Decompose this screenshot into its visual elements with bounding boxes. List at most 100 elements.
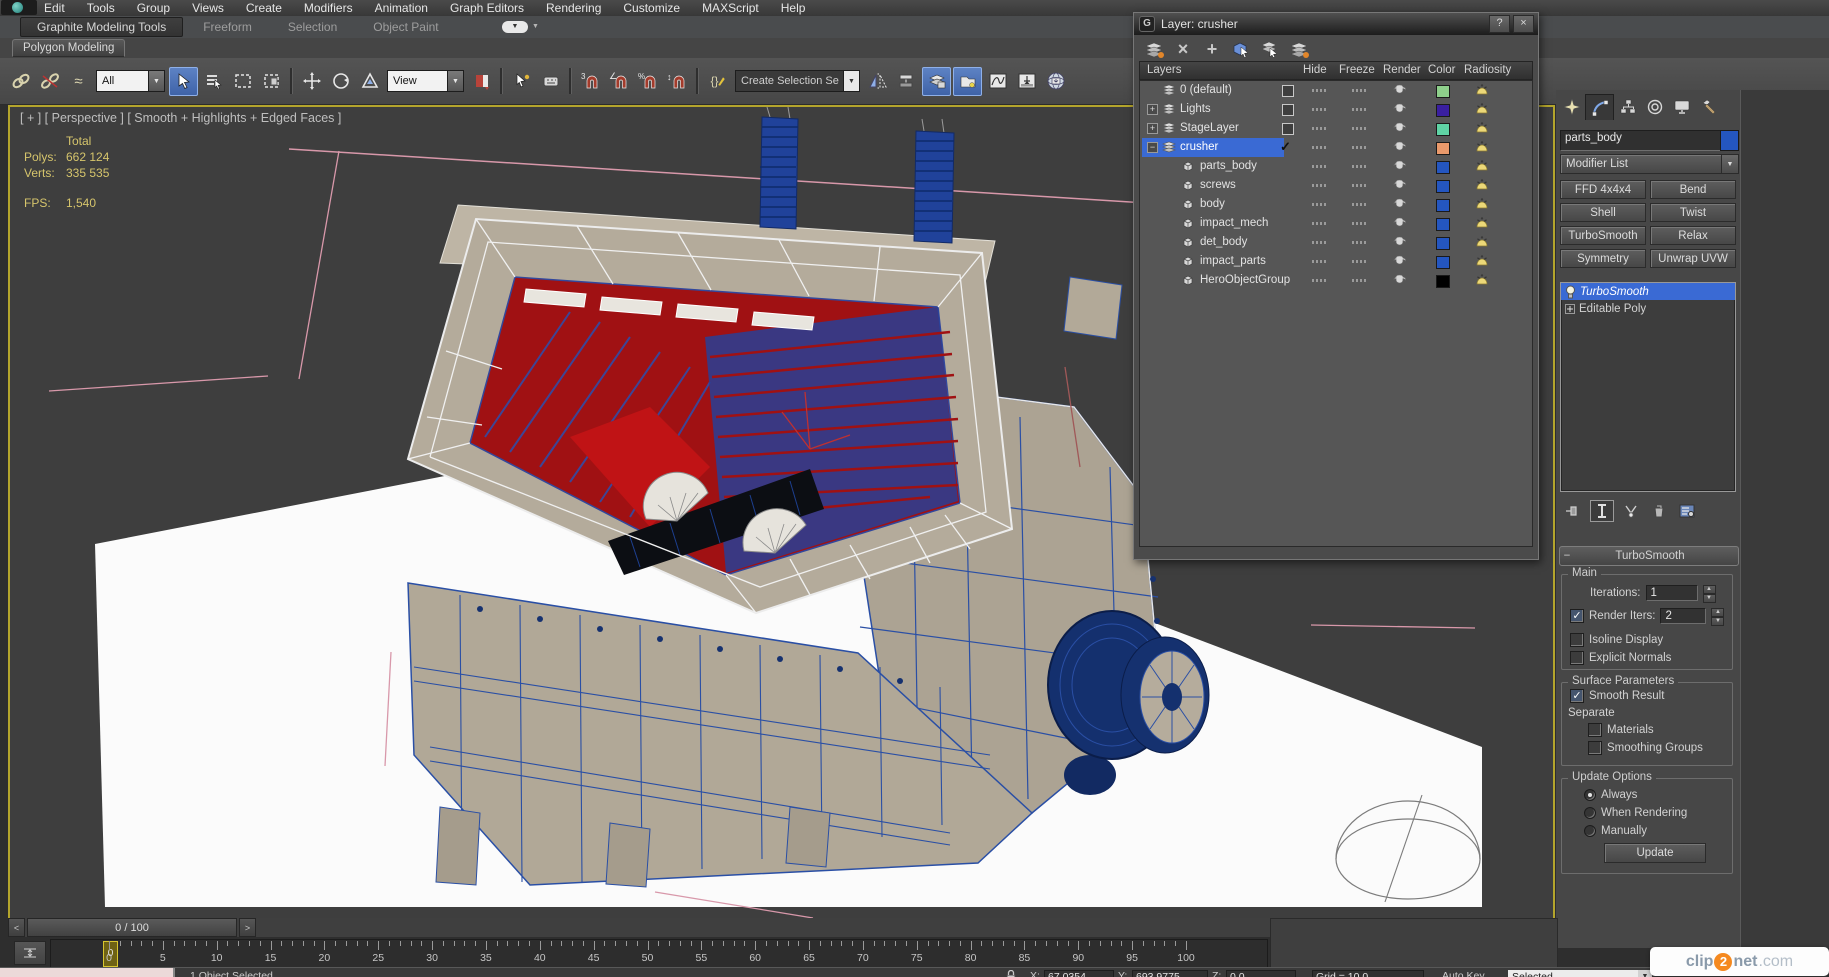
ribbon-tab-freeform[interactable]: Freeform	[187, 18, 268, 36]
render-iters-spinner[interactable]: ▲ ▼	[1711, 608, 1725, 626]
render-iters-checkbox[interactable]: ✓	[1570, 609, 1584, 623]
radiosity-icon[interactable]	[1474, 83, 1490, 96]
layer-row[interactable]: + StageLayer	[1140, 119, 1532, 138]
render-toggle-icon[interactable]	[1392, 84, 1408, 94]
layer-name[interactable]: Lights	[1180, 103, 1211, 115]
dropdown-arrow-icon[interactable]: ▼	[843, 71, 859, 91]
select-and-manipulate-icon[interactable]	[508, 68, 535, 95]
named-selection-set-dropdown[interactable]: Create Selection Se ▼	[735, 70, 860, 92]
modifier-button-symmetry[interactable]: Symmetry	[1560, 249, 1646, 268]
current-layer-checkbox[interactable]	[1282, 104, 1294, 116]
render-toggle-icon[interactable]	[1392, 103, 1408, 113]
render-toggle-icon[interactable]	[1392, 179, 1408, 189]
radiosity-icon[interactable]	[1474, 235, 1490, 248]
menu-help[interactable]: Help	[781, 1, 806, 15]
render-toggle-icon[interactable]	[1392, 255, 1408, 265]
object-name-field[interactable]: parts_body	[1560, 130, 1722, 151]
layer-name[interactable]: 0 (default)	[1180, 84, 1232, 96]
select-and-scale-icon[interactable]	[356, 68, 383, 95]
column-radiosity[interactable]: Radiosity	[1464, 64, 1511, 76]
menu-customize[interactable]: Customize	[623, 1, 680, 15]
mirror-icon[interactable]	[864, 68, 891, 95]
pin-stack-icon[interactable]	[1562, 501, 1584, 521]
update-button[interactable]: Update	[1604, 843, 1706, 863]
set-current-layer-icon[interactable]	[1289, 39, 1309, 59]
layer-color-swatch[interactable]	[1436, 103, 1450, 117]
stack-item-editable-poly[interactable]: Editable Poly	[1561, 300, 1735, 317]
explicit-normals-checkbox[interactable]	[1570, 651, 1584, 665]
percent-snap-toggle-icon[interactable]: %	[635, 68, 662, 95]
layer-color-swatch[interactable]	[1436, 160, 1450, 174]
layer-color-swatch[interactable]	[1436, 274, 1450, 288]
layer-name[interactable]: parts_body	[1200, 160, 1257, 172]
tab-create-icon[interactable]	[1558, 94, 1585, 119]
tab-hierarchy-icon[interactable]	[1614, 94, 1641, 119]
smooth-result-checkbox[interactable]: ✓	[1570, 689, 1584, 703]
dialog-close-button[interactable]: ×	[1513, 15, 1534, 33]
object-row[interactable]: impact_parts	[1140, 252, 1532, 271]
hide-toggle[interactable]	[1312, 89, 1328, 92]
materials-checkbox[interactable]	[1588, 723, 1602, 737]
layer-color-swatch[interactable]	[1436, 255, 1450, 269]
layer-name[interactable]: HeroObjectGroup	[1200, 274, 1290, 286]
layer-dialog-titlebar[interactable]: G Layer: crusher ? ×	[1134, 13, 1538, 35]
remove-modifier-icon[interactable]	[1648, 501, 1670, 521]
iterations-field[interactable]: 1	[1645, 585, 1698, 601]
menu-tools[interactable]: Tools	[87, 1, 115, 15]
radiosity-icon[interactable]	[1474, 178, 1490, 191]
layer-color-swatch[interactable]	[1436, 141, 1450, 155]
tab-utilities-icon[interactable]	[1695, 94, 1722, 119]
select-highlighted-layer-icon[interactable]	[1260, 39, 1280, 59]
update-option-when-rendering[interactable]: When Rendering	[1584, 807, 1687, 819]
expand-toggle-icon[interactable]: +	[1147, 123, 1158, 134]
column-hide[interactable]: Hide	[1303, 64, 1327, 76]
freeze-toggle[interactable]	[1352, 165, 1368, 168]
time-slider-handle[interactable]: 0 / 100	[27, 918, 237, 937]
freeze-toggle[interactable]	[1352, 260, 1368, 263]
radio-icon[interactable]	[1584, 807, 1596, 819]
layer-manager-button[interactable]	[922, 66, 951, 96]
select-by-name-icon[interactable]	[200, 68, 227, 95]
hide-toggle[interactable]	[1312, 165, 1328, 168]
collapse-icon[interactable]: −	[1560, 550, 1574, 562]
layer-name[interactable]: screws	[1200, 179, 1236, 191]
object-row[interactable]: parts_body	[1140, 157, 1532, 176]
radiosity-icon[interactable]	[1474, 159, 1490, 172]
snap-toggle-3d-icon[interactable]: 3	[577, 68, 604, 95]
keyboard-shortcut-override-icon[interactable]	[537, 68, 564, 95]
hide-toggle[interactable]	[1312, 127, 1328, 130]
layer-color-swatch[interactable]	[1436, 179, 1450, 193]
delete-layer-icon[interactable]: ×	[1173, 39, 1193, 59]
hide-toggle[interactable]	[1312, 241, 1328, 244]
expand-toggle-icon[interactable]: −	[1147, 142, 1158, 153]
curve-editor-icon[interactable]	[984, 68, 1011, 95]
layer-name[interactable]: impact_mech	[1200, 217, 1268, 229]
column-freeze[interactable]: Freeze	[1339, 64, 1375, 76]
modifier-button-turbosmooth[interactable]: TurboSmooth	[1560, 226, 1646, 245]
hide-toggle[interactable]	[1312, 146, 1328, 149]
modifier-button-unwrap-uvw[interactable]: Unwrap UVW	[1650, 249, 1736, 268]
reference-coordsys-dropdown[interactable]: View ▼	[387, 70, 464, 92]
menu-views[interactable]: Views	[192, 1, 224, 15]
render-toggle-icon[interactable]	[1392, 160, 1408, 170]
layer-color-swatch[interactable]	[1436, 198, 1450, 212]
radio-icon[interactable]	[1584, 789, 1596, 801]
app-logo-icon[interactable]	[1, 0, 37, 15]
layer-color-swatch[interactable]	[1436, 84, 1450, 98]
hide-toggle[interactable]	[1312, 108, 1328, 111]
timeline-ruler[interactable]: 0 0 5 10 15 20 25 30 35 40 45 50 55 60 65 70 75 80 85 90 95…	[50, 939, 1268, 968]
freeze-toggle[interactable]	[1352, 222, 1368, 225]
render-iters-field[interactable]: 2	[1660, 608, 1707, 624]
tab-polygon-modeling[interactable]: Polygon Modeling	[12, 39, 126, 57]
freeze-toggle[interactable]	[1352, 279, 1368, 282]
layer-row[interactable]: 0 (default)	[1140, 81, 1532, 100]
make-unique-icon[interactable]	[1620, 501, 1642, 521]
render-toggle-icon[interactable]	[1392, 217, 1408, 227]
select-object-button[interactable]	[169, 66, 198, 96]
radiosity-icon[interactable]	[1474, 121, 1490, 134]
tab-display-icon[interactable]	[1668, 94, 1695, 119]
schematic-view-icon[interactable]	[1013, 68, 1040, 95]
column-render[interactable]: Render	[1383, 64, 1421, 76]
select-and-link-icon[interactable]	[7, 68, 34, 95]
layer-name[interactable]: StageLayer	[1180, 122, 1239, 134]
